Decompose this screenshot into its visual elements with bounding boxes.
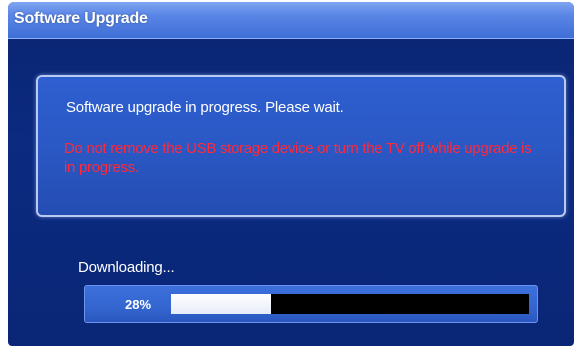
progress-fill	[171, 294, 272, 314]
download-status-label: Downloading...	[78, 259, 175, 276]
upgrade-dialog: Software upgrade in progress. Please wai…	[36, 75, 566, 217]
page-title: Software Upgrade	[14, 10, 148, 27]
progress-bar: 28%	[84, 285, 538, 323]
progress-percent-text: 28%	[125, 297, 152, 312]
title-bar: Software Upgrade	[8, 2, 574, 39]
status-message: Software upgrade in progress. Please wai…	[66, 99, 344, 116]
progress-track	[171, 294, 529, 314]
tv-screen: Software Upgrade Software upgrade in pro…	[8, 2, 574, 346]
warning-message: Do not remove the USB storage device or …	[64, 140, 532, 176]
